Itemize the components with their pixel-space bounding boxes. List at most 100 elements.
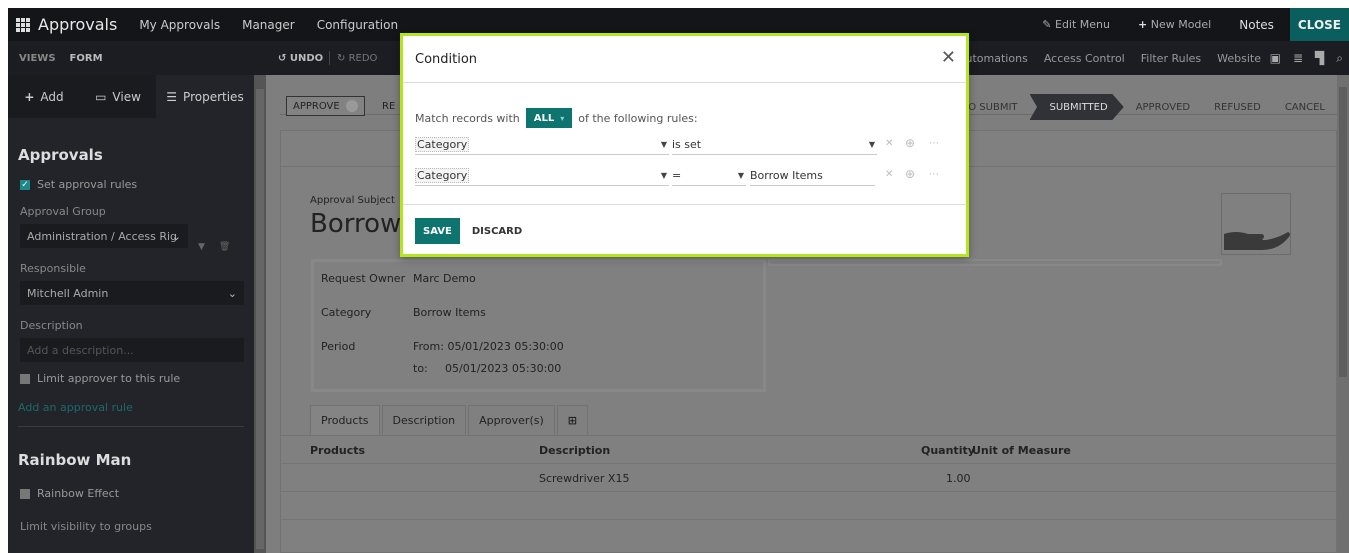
close-icon[interactable]: ✕ [941,49,956,67]
checkbox-label: Set approval rules [37,178,138,191]
rule-operator-select[interactable]: = ▼ [672,166,746,186]
period-to-value[interactable]: 05/01/2023 05:30:00 [445,362,561,375]
approval-subject-title[interactable]: Borrow [310,209,401,239]
period-label: Period [321,340,356,353]
add-tab-button[interactable]: ⊞ [556,405,588,435]
limit-approver-checkbox[interactable]: Limit approver to this rule [20,372,254,385]
checkbox-unchecked-icon[interactable] [20,488,30,499]
edit-menu-button[interactable]: ✎ Edit Menu [1042,18,1110,31]
table-row[interactable]: Screwdriver X15 1.00 [281,464,1338,492]
new-model-button[interactable]: + New Model [1138,18,1211,31]
match-mode-select[interactable]: ALL ▾ [525,108,573,128]
more-options-icon[interactable]: ⋯ [929,138,939,149]
caret-down-icon: ▼ [868,140,875,149]
approval-group-select[interactable]: Administration / Access Rights⌄ [20,224,188,248]
menu-my-approvals[interactable]: My Approvals [139,18,220,32]
app-name[interactable]: Approvals [38,15,117,34]
col-products[interactable]: Products [310,444,365,457]
add-approval-rule-link[interactable]: Add an approval rule [18,401,254,414]
category-label: Category [321,306,372,319]
match-mode-value: ALL [533,112,555,124]
sidebar-tab-view[interactable]: ▭ View [80,75,156,118]
hand-icon [1224,232,1290,250]
apps-grid-icon[interactable] [16,17,30,32]
rule-field-select[interactable]: Category ▼ [415,166,669,186]
checkbox-label: Limit approver to this rule [37,372,181,385]
col-description[interactable]: Description [539,444,610,457]
refuse-button[interactable]: RE [382,101,395,112]
sidebar-tab-properties[interactable]: ☰ Properties [156,75,254,118]
checkbox-checked-icon[interactable]: ✓ [20,179,30,190]
link-access-control[interactable]: Access Control [1044,52,1125,65]
period-from[interactable]: From: 05/01/2023 05:30:00 [413,340,564,353]
divider [18,426,244,427]
caret-down-icon: ▼ [660,140,667,149]
delete-rule-icon[interactable]: ✕ [885,169,893,180]
stage-refused[interactable]: REFUSED [1202,94,1273,120]
scrollbar-thumb[interactable] [1339,87,1347,377]
undo-label: UNDO [289,52,324,64]
divider [329,51,330,65]
domain-editor: Match records with ALL ▾ of the following… [403,83,966,205]
rule-operator-select[interactable]: is set ▼ [672,135,877,155]
redo-button[interactable]: ↻ REDO [337,53,377,64]
menu-manager[interactable]: Manager [242,18,295,32]
condition-dialog: Condition ✕ Match records with ALL ▾ of t… [400,33,969,257]
breadcrumb-views[interactable]: VIEWS [19,53,56,64]
properties-icon: ☰ [166,89,178,104]
plus-icon: + [24,89,35,104]
approve-button[interactable]: APPROVE [286,96,365,116]
kanban-view-icon[interactable]: ▜ [1315,51,1324,66]
pencil-icon: ✎ [1042,18,1052,31]
sidebar-tab-add[interactable]: + Add [8,75,80,118]
studio-sidebar: + Add ▭ View ☰ Properties Approvals ✓ Set ap… [8,75,254,553]
link-website[interactable]: Website [1217,52,1261,65]
rule-value-input[interactable]: Borrow Items [750,166,875,186]
stage-cancel[interactable]: CANCEL [1273,94,1337,120]
trash-icon[interactable]: 🗑 [219,242,230,252]
products-table: Products Description Quantity Unit of Me… [281,435,1338,520]
set-approval-rules-checkbox[interactable]: ✓ Set approval rules [20,178,254,191]
responsible-select[interactable]: Mitchell Admin ⌄ [20,281,244,305]
sidebar-scrollbar[interactable] [254,75,266,553]
stage-submitted[interactable]: SUBMITTED [1029,94,1124,120]
add-rule-icon[interactable]: ⊕ [905,167,915,181]
checkbox-unchecked-icon[interactable] [20,373,30,384]
undo-button[interactable]: ↺ UNDO [278,53,323,64]
filter-icon[interactable]: ▼ [198,242,205,252]
approvals-heading: Approvals [18,146,103,164]
main-scrollbar[interactable] [1337,75,1349,553]
stage-approved[interactable]: APPROVED [1124,94,1202,120]
monitor-icon: ▭ [95,89,107,104]
menu-configuration[interactable]: Configuration [317,18,398,32]
description-input[interactable]: Add a description... [20,338,244,362]
form-view-icon[interactable]: ▣ [1270,51,1281,66]
search-view-icon[interactable]: ⌕ [1336,51,1343,66]
tab-description[interactable]: Description [381,405,467,435]
notebook-tabs: Products Description Approver(s) ⊞ [310,405,588,435]
save-button[interactable]: SAVE [415,218,460,244]
period-to-label: to: [413,362,428,375]
tab-approvers[interactable]: Approver(s) [468,405,555,435]
dialog-title: Condition [415,51,478,67]
edit-menu-label: Edit Menu [1055,18,1110,31]
rule-field-select[interactable]: Category ▼ [415,135,669,155]
add-rule-icon[interactable]: ⊕ [905,136,915,150]
notes-button[interactable]: Notes [1239,18,1274,32]
caret-down-icon: ▼ [737,171,744,180]
list-view-icon[interactable]: ≣ [1293,51,1303,66]
scrollbar-thumb[interactable] [256,89,264,549]
delete-rule-icon[interactable]: ✕ [885,138,893,149]
category-value[interactable]: Borrow Items [413,306,486,319]
discard-button[interactable]: DISCARD [472,226,522,237]
col-uom[interactable]: Unit of Measure [972,444,1071,457]
col-quantity[interactable]: Quantity [921,444,975,457]
close-studio-button[interactable]: CLOSE [1289,8,1349,41]
link-filter-rules[interactable]: Filter Rules [1141,52,1201,65]
more-options-icon[interactable]: ⋯ [929,169,939,180]
responsible-label: Responsible [20,262,86,275]
request-owner-value[interactable]: Marc Demo [413,272,476,285]
rainbow-effect-checkbox[interactable]: Rainbow Effect [20,487,254,500]
table-row-empty[interactable] [281,492,1338,520]
tab-products[interactable]: Products [310,405,380,435]
